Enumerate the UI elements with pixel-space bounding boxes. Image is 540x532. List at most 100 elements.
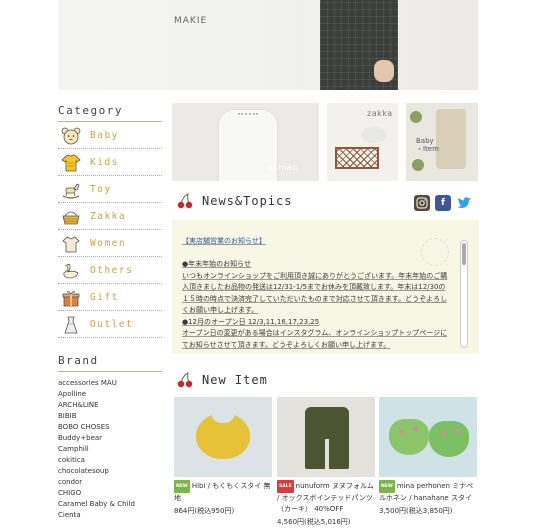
news-line[interactable]: ●年末年始のお知らせ: [182, 259, 457, 271]
news-line[interactable]: いつもオンラインショップをご利用頂き誠にありがとうございます。年末年始のご購: [182, 271, 457, 283]
category-item-toy[interactable]: Toy: [58, 177, 162, 203]
baby-bear-icon: [60, 126, 82, 146]
sale-badge: SALE: [277, 480, 294, 493]
news-line[interactable]: くお願い申し上げます。: [182, 305, 457, 317]
category-item-women[interactable]: Women: [58, 231, 162, 257]
category-label: Others: [90, 265, 134, 276]
category-heading: Category: [58, 104, 162, 122]
brand-link[interactable]: CHIGO: [58, 488, 162, 499]
hero-brand-text: MAKIE: [174, 16, 208, 26]
product-name[interactable]: NEW mina perhonen ミナペルホネン / hanahane スタイ: [379, 480, 477, 504]
zakka-fence-image: [335, 147, 379, 169]
new-item-heading: New Item: [176, 372, 268, 388]
baby-cloth-image: [436, 109, 466, 169]
product-card[interactable]: NEW Hibi / もくもくスタイ 無地 864円(税込950円): [174, 397, 272, 517]
kids-shirt-icon: [60, 153, 82, 173]
category-label: Zakka: [90, 211, 127, 222]
category-item-zakka[interactable]: Zakka: [58, 204, 162, 230]
product-price: 4,560円(税込5,016円): [277, 518, 351, 526]
category-label: Outlet: [90, 319, 134, 330]
brand-link[interactable]: accessories MAU: [58, 378, 162, 389]
category-label: Kids: [90, 157, 119, 168]
product-price: 864円(税込950円): [174, 507, 235, 515]
category-item-outlet[interactable]: Outlet: [58, 312, 162, 338]
brand-link[interactable]: Apolline: [58, 389, 162, 400]
news-content: 【実店舗営業のお知らせ】 ●年末年始のお知らせ いつもオンラインショップをご利用…: [182, 236, 457, 351]
thumb-woman-label: woman: [266, 163, 298, 172]
brand-link[interactable]: condor: [58, 477, 162, 488]
news-line[interactable]: てお知らせさせて頂きます。どうぞよろしくお願い申し上げます。: [182, 340, 457, 352]
woman-collar-detail: [238, 107, 258, 115]
news-title: News&Topics: [202, 194, 293, 208]
gift-box-icon: [60, 288, 82, 308]
product-name[interactable]: NEW Hibi / もくもくスタイ 無地: [174, 480, 272, 504]
cherry-icon: [177, 193, 193, 209]
product-image[interactable]: [277, 397, 375, 477]
news-line[interactable]: 【実店舗営業のお知らせ】: [182, 236, 457, 248]
brand-link[interactable]: cokitica: [58, 455, 162, 466]
news-spacer: [182, 248, 457, 260]
brand-link[interactable]: Buddy+bear: [58, 433, 162, 444]
category-item-baby[interactable]: Baby: [58, 123, 162, 149]
baby-plant-image: [410, 111, 422, 123]
news-line[interactable]: 入頂きましたお品物の発送は12/31-1/5までお休みを頂戴致します。年末は12…: [182, 282, 457, 294]
rocking-horse-icon: [60, 180, 82, 200]
product-card[interactable]: SALE nunuform ヌヌフォルム / オックスボインテッドパンツ（カーキ）…: [277, 397, 375, 528]
women-blouse-icon: [60, 234, 82, 254]
pants-leg-gap: [325, 439, 329, 471]
category-list: Baby Kids Toy Zakka Women Others Gift Ou…: [58, 123, 162, 338]
category-label: Toy: [90, 184, 112, 195]
new-item-title: New Item: [202, 373, 268, 387]
swan-icon: [60, 261, 82, 281]
brand-heading: Brand: [58, 354, 162, 372]
thumb-zakka-label: zakka: [367, 109, 393, 118]
news-heading: News&Topics: [176, 193, 292, 209]
new-badge: NEW: [174, 480, 190, 493]
news-scroll-thumb[interactable]: [462, 243, 466, 265]
brand-list: accessories MAU Apolline ARCH&LINE BIBIB…: [58, 378, 162, 521]
news-line[interactable]: オープン日の変更がある場合はインスタグラム、オンラインショップトップページに: [182, 328, 457, 340]
cherry-icon: [177, 372, 193, 388]
brand-link[interactable]: Cienta: [58, 510, 162, 521]
product-price: 3,500円(税込3,850円): [379, 507, 453, 515]
category-label: Women: [90, 238, 127, 249]
product-image[interactable]: [379, 397, 477, 477]
twitter-icon[interactable]: [456, 195, 472, 211]
news-box[interactable]: 【実店舗営業のお知らせ】 ●年末年始のお知らせ いつもオンラインショップをご利用…: [172, 220, 479, 354]
news-line[interactable]: １５時の時点で決済完了していただいたものまで対応させて頂きます。どうぞよろし: [182, 294, 457, 306]
brand-link[interactable]: chocolatesoup: [58, 466, 162, 477]
brand-link[interactable]: BIBIB: [58, 411, 162, 422]
news-watermark-decoration: [421, 238, 449, 266]
product-image[interactable]: [174, 397, 272, 477]
product-card[interactable]: NEW mina perhonen ミナペルホネン / hanahane スタイ …: [379, 397, 477, 517]
thumb-baby[interactable]: Baby ・Item: [406, 103, 478, 181]
outlet-dress-icon: [60, 315, 82, 335]
green-bib-image: [429, 421, 469, 457]
brand-link[interactable]: BOBO CHOSES: [58, 422, 162, 433]
sidebar: Category Baby Kids Toy Zakka Women Other…: [58, 104, 162, 521]
brand-link[interactable]: ARCH&LINE: [58, 400, 162, 411]
bib-neck-hole: [212, 409, 234, 423]
category-item-others[interactable]: Others: [58, 258, 162, 284]
product-name[interactable]: SALE nunuform ヌヌフォルム / オックスボインテッドパンツ（カーキ）…: [277, 480, 375, 515]
social-links: f: [414, 195, 472, 211]
baby-plant-image: [412, 159, 424, 171]
hero-banner[interactable]: MAKIE: [58, 0, 478, 90]
category-item-kids[interactable]: Kids: [58, 150, 162, 176]
news-line[interactable]: ●12月のオープン日 12/3,11,16,17,23,25: [182, 317, 457, 329]
category-item-gift[interactable]: Gift: [58, 285, 162, 311]
basket-icon: [60, 207, 82, 227]
instagram-icon[interactable]: [414, 195, 430, 211]
category-label: Baby: [90, 130, 119, 141]
hero-model-hand: [374, 60, 394, 82]
news-scrollbar[interactable]: [460, 240, 468, 348]
thumb-woman[interactable]: woman: [172, 103, 319, 181]
brand-link[interactable]: Camphill: [58, 444, 162, 455]
bib-flower-dot: [441, 431, 446, 436]
zakka-basket-image: [361, 127, 387, 143]
bib-flower-dot: [399, 429, 404, 434]
thumb-zakka[interactable]: zakka: [327, 103, 398, 181]
facebook-icon[interactable]: f: [435, 195, 451, 211]
bib-flower-dot: [413, 427, 418, 432]
brand-link[interactable]: Caramel Baby & Child: [58, 499, 162, 510]
